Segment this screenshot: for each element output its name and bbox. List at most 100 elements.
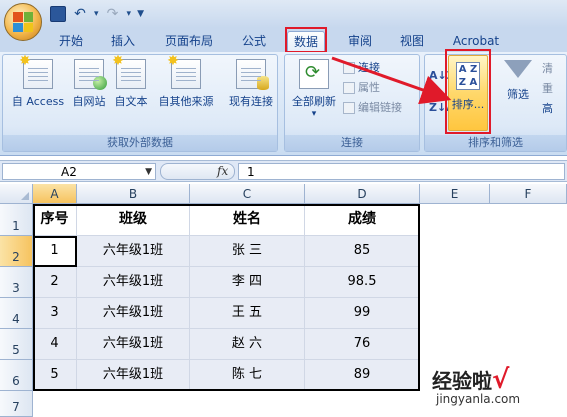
row-header-6[interactable]: 6	[0, 360, 33, 391]
cell-c1[interactable]: 姓名	[190, 204, 305, 236]
properties-button[interactable]: 属性	[343, 79, 380, 97]
cell-a5[interactable]: 4	[33, 329, 77, 360]
cell-b2[interactable]: 六年级1班	[77, 236, 190, 267]
refresh-all-label: 全部刷新	[292, 95, 336, 108]
row-header-7[interactable]: 7	[0, 391, 33, 417]
clear-button[interactable]: 清	[542, 60, 553, 76]
office-button[interactable]	[4, 3, 42, 41]
group-label-external-data: 获取外部数据	[3, 135, 277, 151]
from-access-button[interactable]: ✸ 自 Access	[5, 54, 71, 109]
from-text-button[interactable]: ✸ 自文本	[111, 54, 151, 109]
redo-dropdown-icon[interactable]: ▾	[127, 9, 132, 19]
cell-d5[interactable]: 76	[305, 329, 420, 360]
from-other-sources-button[interactable]: ✸ 自其他来源	[153, 54, 219, 109]
cell-b1[interactable]: 班级	[77, 204, 190, 236]
existing-connections-icon	[236, 59, 269, 90]
formula-input[interactable]: 1	[238, 163, 565, 180]
access-doc-icon: ✸	[19, 54, 53, 89]
save-icon[interactable]	[50, 6, 66, 22]
column-header-a[interactable]: A	[33, 184, 77, 204]
cell-a4[interactable]: 3	[33, 298, 77, 329]
tab-review[interactable]: 审阅	[344, 31, 376, 52]
tab-insert[interactable]: 插入	[108, 31, 138, 52]
existing-connections-label: 现有连接	[229, 95, 273, 108]
fx-icon[interactable]: fx	[217, 164, 228, 178]
column-header-d[interactable]: D	[305, 184, 420, 204]
sort-button-highlight	[445, 49, 491, 134]
cell-b6[interactable]: 六年级1班	[77, 360, 190, 391]
reapply-button[interactable]: 重	[542, 80, 553, 96]
refresh-dropdown-icon[interactable]: ▾	[287, 109, 341, 119]
cell-a6[interactable]: 5	[33, 360, 77, 391]
from-web-button[interactable]: 自网站	[67, 59, 111, 109]
name-box[interactable]: A2 ▼	[2, 163, 156, 180]
filter-button[interactable]: 筛选	[500, 58, 536, 102]
undo-dropdown-icon[interactable]: ▾	[94, 9, 99, 19]
select-all-corner[interactable]	[0, 184, 33, 204]
cell-c5[interactable]: 赵 六	[190, 329, 305, 360]
row-header-4[interactable]: 4	[0, 298, 33, 329]
office-logo-icon	[13, 12, 33, 32]
edit-links-button[interactable]: 编辑链接	[343, 99, 402, 117]
watermark: 经验啦√	[432, 365, 509, 395]
cell-a1[interactable]: 序号	[33, 204, 77, 236]
title-bar: ↶ ▾ ↷ ▾ ▼	[0, 0, 567, 41]
column-header-e[interactable]: E	[420, 184, 490, 204]
cell-c4[interactable]: 王 五	[190, 298, 305, 329]
cell-a2[interactable]: 1	[33, 236, 77, 267]
group-external-data: ✸ 自 Access 自网站 ✸ 自文本 ✸ 自其他来源 现有连接 获取外部数据	[2, 54, 278, 152]
web-doc-icon	[74, 59, 107, 90]
connections-button[interactable]: 连接	[343, 59, 380, 77]
properties-icon	[343, 82, 355, 94]
quick-access-toolbar: ↶ ▾ ↷ ▾ ▼	[50, 4, 144, 24]
function-area: fx	[160, 163, 235, 180]
from-text-label: 自文本	[114, 95, 148, 108]
cell-b4[interactable]: 六年级1班	[77, 298, 190, 329]
refresh-all-button[interactable]: 全部刷新 ▾	[287, 59, 341, 119]
tab-page-layout[interactable]: 页面布局	[160, 31, 218, 52]
data-tab-highlight	[285, 27, 327, 53]
existing-connections-button[interactable]: 现有连接	[225, 59, 277, 109]
group-label-sort-filter: 排序和筛选	[425, 135, 566, 151]
other-sources-doc-icon: ✸	[167, 54, 201, 89]
cell-d2[interactable]: 85	[305, 236, 420, 267]
undo-icon[interactable]: ↶	[72, 6, 88, 22]
edit-links-label: 编辑链接	[358, 101, 402, 114]
tab-formulas[interactable]: 公式	[238, 31, 270, 52]
from-access-label: 自 Access	[11, 95, 65, 108]
column-header-b[interactable]: B	[77, 184, 190, 204]
advanced-button[interactable]: 高	[542, 100, 553, 116]
cell-c2[interactable]: 张 三	[190, 236, 305, 267]
cell-a3[interactable]: 2	[33, 267, 77, 298]
tab-home[interactable]: 开始	[56, 31, 86, 52]
tab-view[interactable]: 视图	[396, 31, 428, 52]
cell-d3[interactable]: 98.5	[305, 267, 420, 298]
row-header-1[interactable]: 1	[0, 204, 33, 236]
watermark-text: 经验啦	[432, 369, 492, 393]
column-header-c[interactable]: C	[190, 184, 305, 204]
edit-links-icon	[343, 102, 355, 114]
redo-icon[interactable]: ↷	[105, 6, 121, 22]
cell-c6[interactable]: 陈 七	[190, 360, 305, 391]
row-header-3[interactable]: 3	[0, 267, 33, 298]
name-box-dropdown-icon[interactable]: ▼	[145, 164, 152, 180]
from-other-sources-label: 自其他来源	[158, 95, 214, 108]
cell-b3[interactable]: 六年级1班	[77, 267, 190, 298]
name-box-value: A2	[61, 165, 77, 179]
connections-label: 连接	[358, 61, 380, 74]
connections-icon	[343, 62, 355, 74]
cell-d1[interactable]: 成绩	[305, 204, 420, 236]
cell-d4[interactable]: 99	[305, 298, 420, 329]
text-doc-icon: ✸	[112, 54, 146, 89]
row-header-2[interactable]: 2	[0, 236, 33, 267]
cell-b5[interactable]: 六年级1班	[77, 329, 190, 360]
group-connections: 全部刷新 ▾ 连接 属性 编辑链接 连接	[284, 54, 420, 152]
column-header-f[interactable]: F	[490, 184, 567, 204]
properties-label: 属性	[358, 81, 380, 94]
group-label-connections: 连接	[285, 135, 419, 151]
row-header-5[interactable]: 5	[0, 329, 33, 360]
cell-c3[interactable]: 李 四	[190, 267, 305, 298]
watermark-sub: jingyanla.com	[436, 392, 521, 406]
customize-qat-icon[interactable]: ▼	[137, 9, 144, 19]
cell-d6[interactable]: 89	[305, 360, 420, 391]
